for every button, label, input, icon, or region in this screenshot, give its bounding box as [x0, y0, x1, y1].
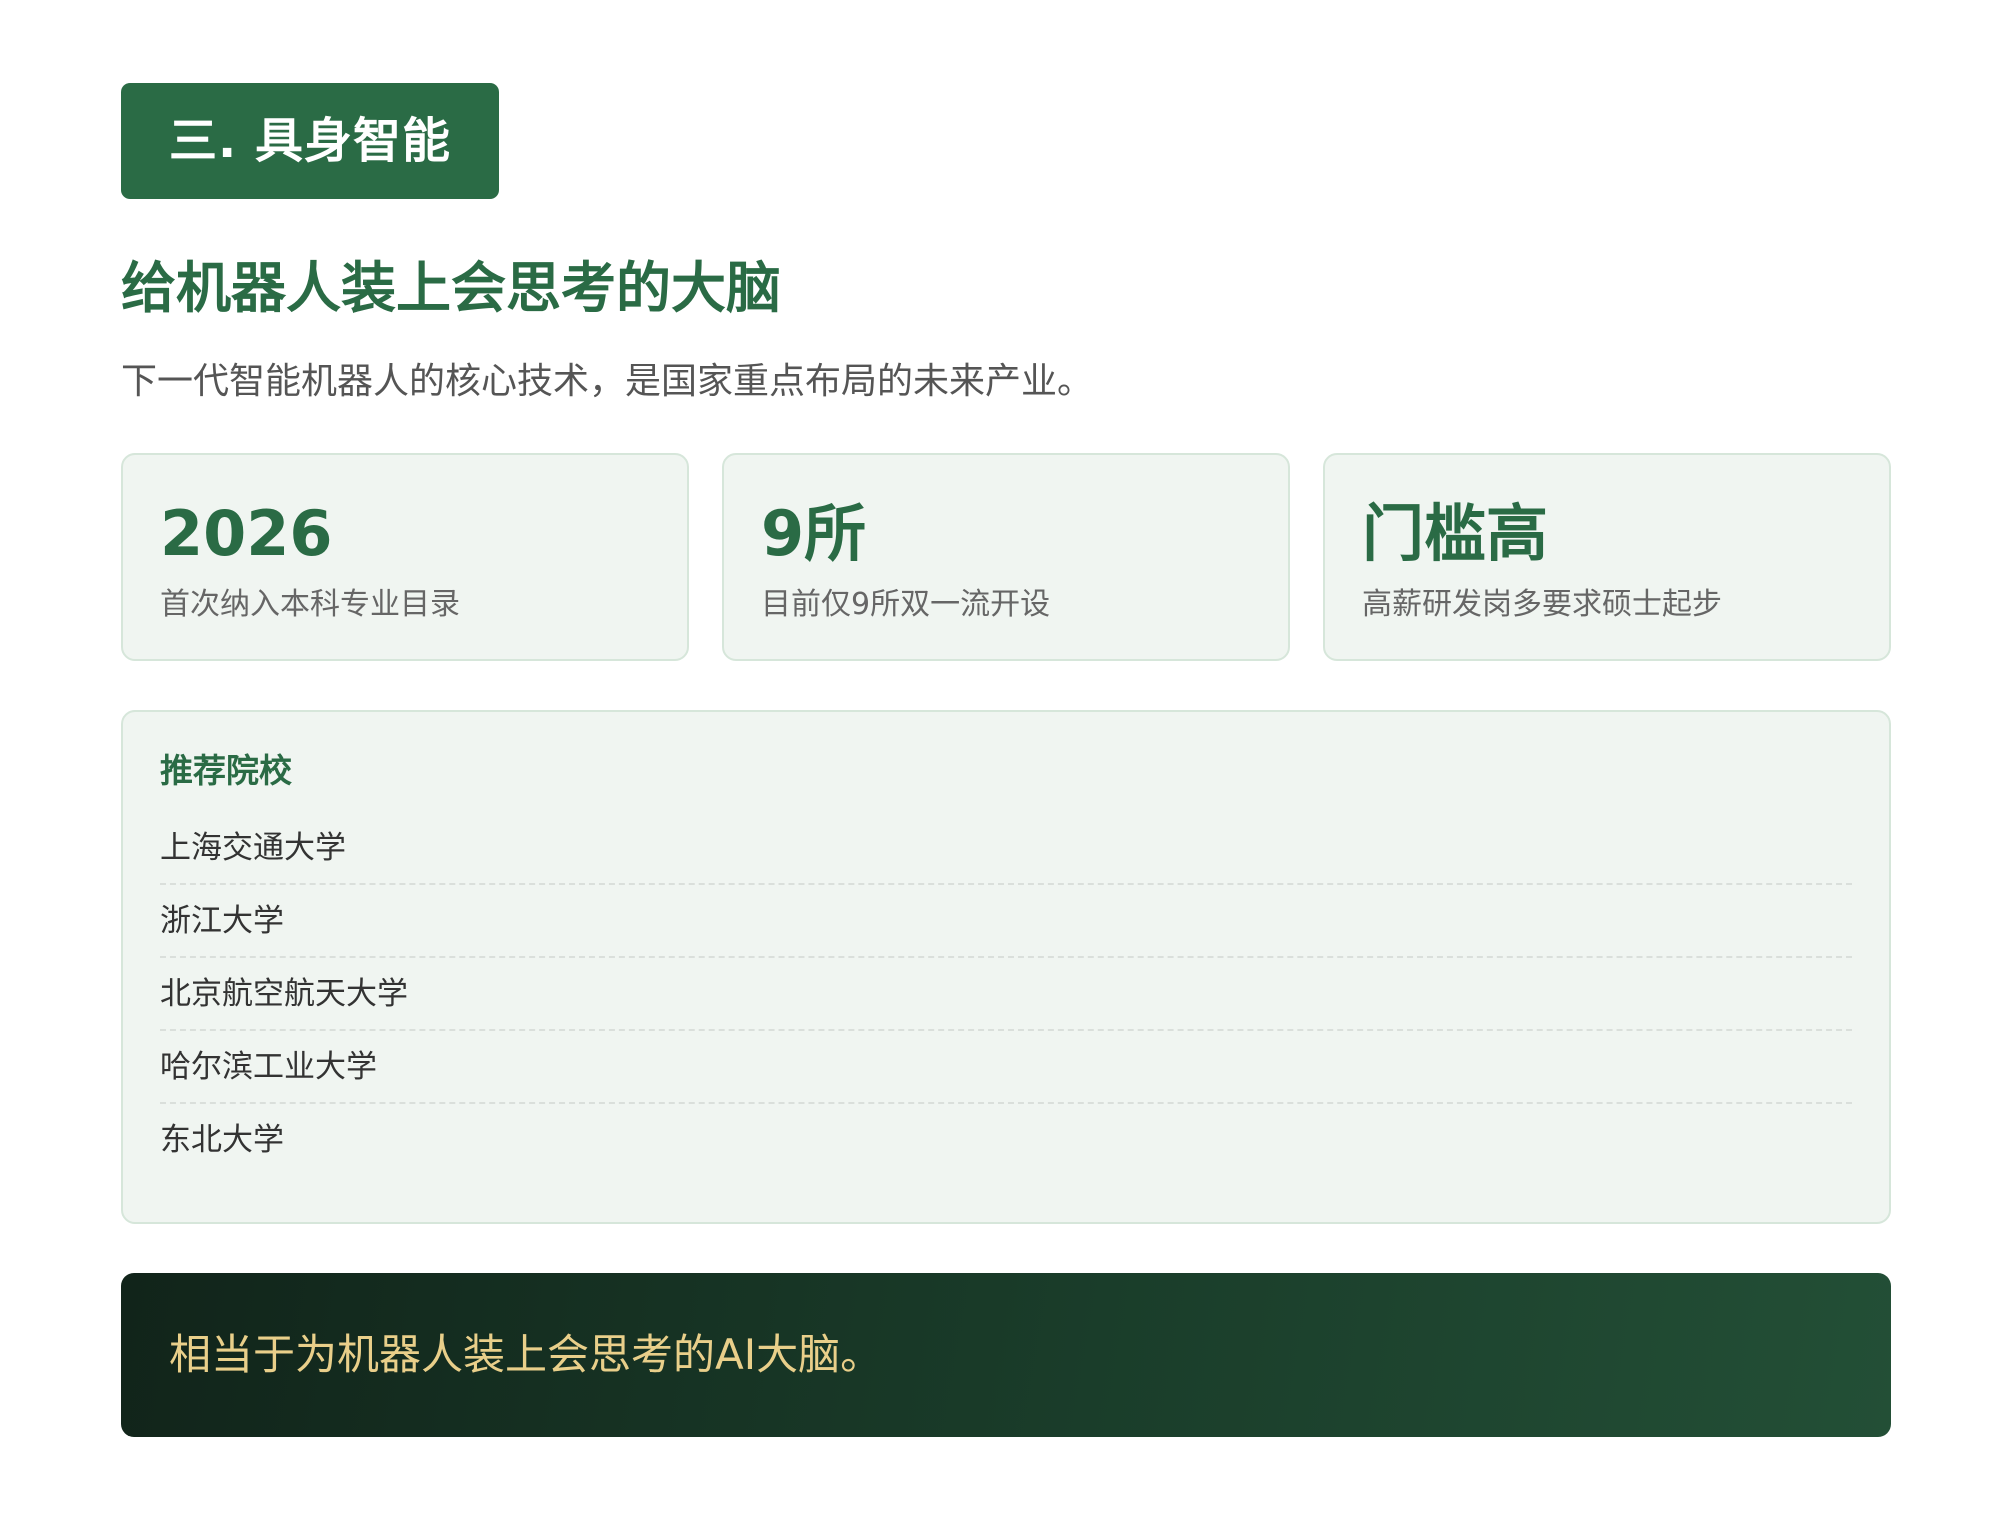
summary-banner-text: 相当于为机器人装上会思考的AI大脑。 — [169, 1330, 883, 1379]
stat-card-schools: 9所 目前仅9所双一流开设 — [722, 453, 1290, 661]
school-item: 东北大学 — [160, 1122, 284, 1158]
stat-value: 9所 — [761, 497, 867, 570]
stats-row: 2026 首次纳入本科专业目录 9所 目前仅9所双一流开设 门槛高 高薪研发岗多… — [121, 453, 1891, 661]
stat-value: 门槛高 — [1362, 497, 1549, 570]
content-wrapper: 三. 具身智能 给机器人装上会思考的大脑 下一代智能机器人的核心技术，是国家重点… — [121, 83, 1891, 1437]
school-item: 上海交通大学 — [160, 812, 1852, 885]
summary-banner: 相当于为机器人装上会思考的AI大脑。 — [121, 1273, 1891, 1437]
school-item: 浙江大学 — [160, 885, 1852, 958]
page-headline: 给机器人装上会思考的大脑 — [121, 256, 782, 320]
recommended-schools-panel: 推荐院校 上海交通大学 浙江大学 北京航空航天大学 哈尔滨工业大学 东北大学 — [121, 710, 1891, 1224]
page-subline: 下一代智能机器人的核心技术，是国家重点布局的未来产业。 — [121, 361, 1094, 402]
stat-card-year: 2026 首次纳入本科专业目录 — [121, 453, 689, 661]
schools-title: 推荐院校 — [160, 751, 292, 790]
school-item: 哈尔滨工业大学 — [160, 1031, 1852, 1104]
section-badge: 三. 具身智能 — [121, 83, 499, 199]
school-item: 北京航空航天大学 — [160, 958, 1852, 1031]
stat-card-threshold: 门槛高 高薪研发岗多要求硕士起步 — [1323, 453, 1891, 661]
stat-description: 目前仅9所双一流开设 — [761, 587, 1051, 622]
stat-value: 2026 — [160, 497, 333, 570]
stat-description: 首次纳入本科专业目录 — [160, 587, 460, 622]
stat-description: 高薪研发岗多要求硕士起步 — [1362, 587, 1722, 622]
